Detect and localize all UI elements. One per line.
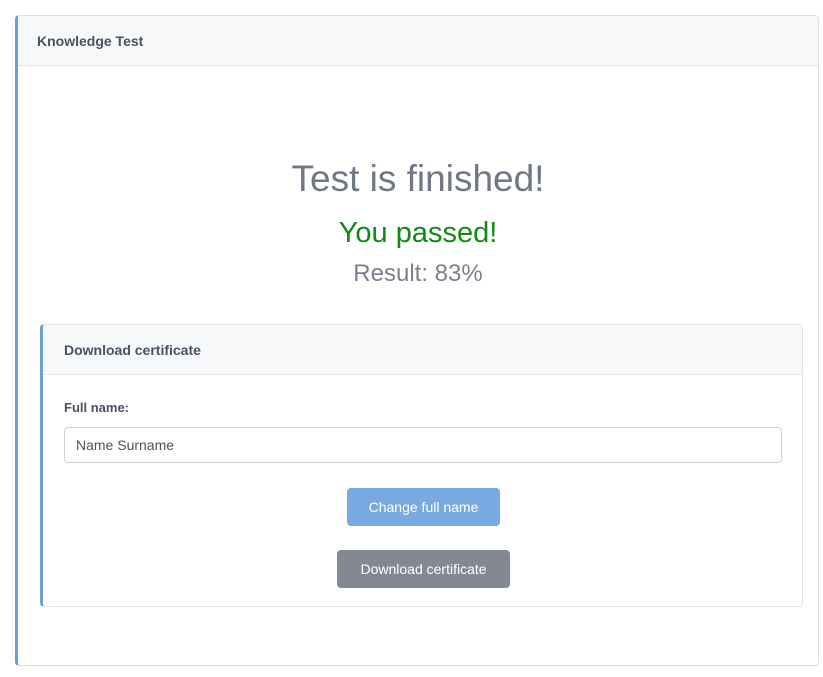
passed-status-text: You passed!	[338, 217, 498, 249]
knowledge-test-card: Knowledge Test Test is finished! You pas…	[15, 15, 819, 666]
full-name-label: Full name:	[64, 400, 130, 415]
knowledge-test-header: Knowledge Test	[18, 16, 818, 66]
download-certificate-header: Download certificate	[43, 325, 802, 375]
download-certificate-card: Download certificate Full name: Change f…	[40, 324, 803, 607]
test-finished-heading: Test is finished!	[291, 158, 545, 199]
result-summary: Test is finished! You passed! Result: 83…	[18, 156, 818, 290]
full-name-input[interactable]	[64, 427, 782, 463]
knowledge-test-title: Knowledge Test	[37, 32, 144, 49]
download-certificate-button[interactable]: Download certificate	[337, 550, 510, 588]
result-score-text: Result: 83%	[353, 260, 483, 287]
download-certificate-title: Download certificate	[64, 341, 201, 358]
change-full-name-button[interactable]: Change full name	[347, 488, 500, 526]
